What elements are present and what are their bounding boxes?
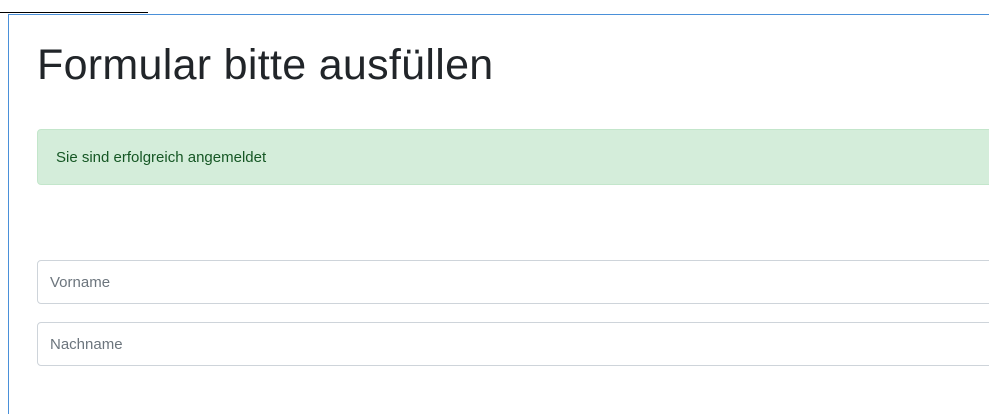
last-name-input[interactable] [37,322,989,366]
success-alert: Sie sind erfolgreich angemeldet [37,129,989,185]
page-title: Formular bitte ausfüllen [37,41,494,89]
top-divider [0,12,148,13]
form-panel: Formular bitte ausfüllen Sie sind erfolg… [8,14,989,414]
success-message: Sie sind erfolgreich angemeldet [56,149,267,166]
first-name-input[interactable] [37,260,989,304]
